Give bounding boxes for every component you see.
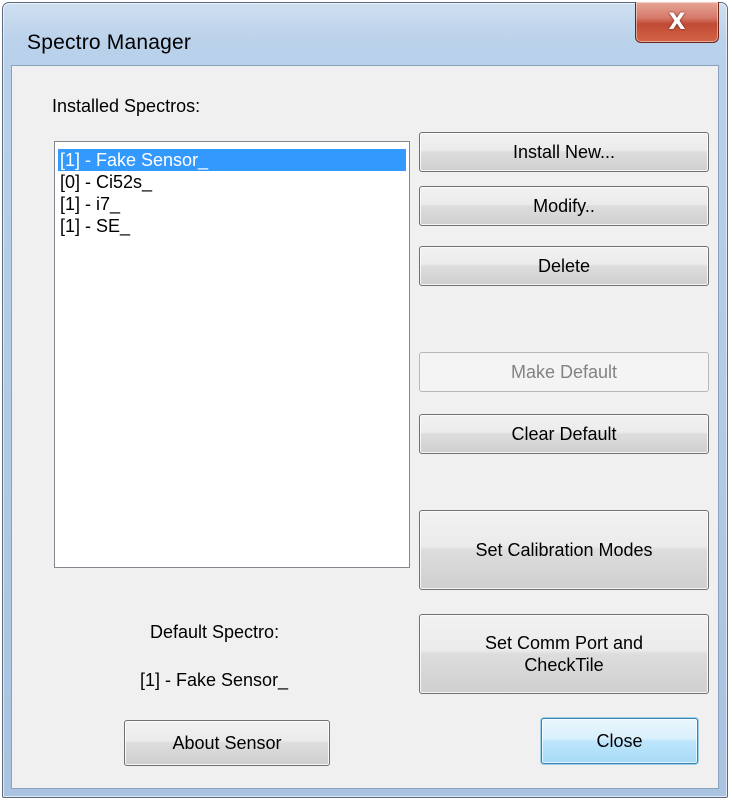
- dialog-client-area: Installed Spectros: [1] - Fake Sensor_ […: [11, 65, 719, 789]
- list-item[interactable]: [0] - Ci52s_: [58, 171, 152, 193]
- installed-spectros-label: Installed Spectros:: [52, 96, 201, 116]
- default-spectro-value: [1] - Fake Sensor_: [140, 670, 289, 690]
- close-icon: X: [668, 9, 686, 35]
- clear-default-button[interactable]: Clear Default: [419, 414, 709, 454]
- set-comm-port-button[interactable]: Set Comm Port and CheckTile: [419, 614, 709, 694]
- window-title: Spectro Manager: [27, 31, 192, 54]
- set-calibration-modes-button[interactable]: Set Calibration Modes: [419, 510, 709, 590]
- about-sensor-button[interactable]: About Sensor: [124, 720, 330, 766]
- list-item[interactable]: [1] - SE_: [58, 215, 130, 237]
- make-default-button[interactable]: Make Default: [419, 352, 709, 392]
- list-item[interactable]: [1] - Fake Sensor_: [58, 149, 406, 171]
- spectro-manager-window: Spectro Manager X Installed Spectros: [1…: [2, 2, 728, 798]
- delete-button[interactable]: Delete: [419, 246, 709, 286]
- install-new-button[interactable]: Install New...: [419, 132, 709, 172]
- set-comm-port-label-line1: Set Comm Port and: [484, 633, 644, 653]
- modify-button[interactable]: Modify..: [419, 186, 709, 226]
- default-spectro-label: Default Spectro:: [150, 622, 280, 642]
- installed-spectros-list[interactable]: [1] - Fake Sensor_ [0] - Ci52s_ [1] - i7…: [54, 141, 410, 568]
- list-item[interactable]: [1] - i7_: [58, 193, 120, 215]
- set-comm-port-label-line2: CheckTile: [524, 655, 604, 675]
- close-button[interactable]: Close: [541, 718, 698, 764]
- close-window-button[interactable]: X: [635, 2, 719, 43]
